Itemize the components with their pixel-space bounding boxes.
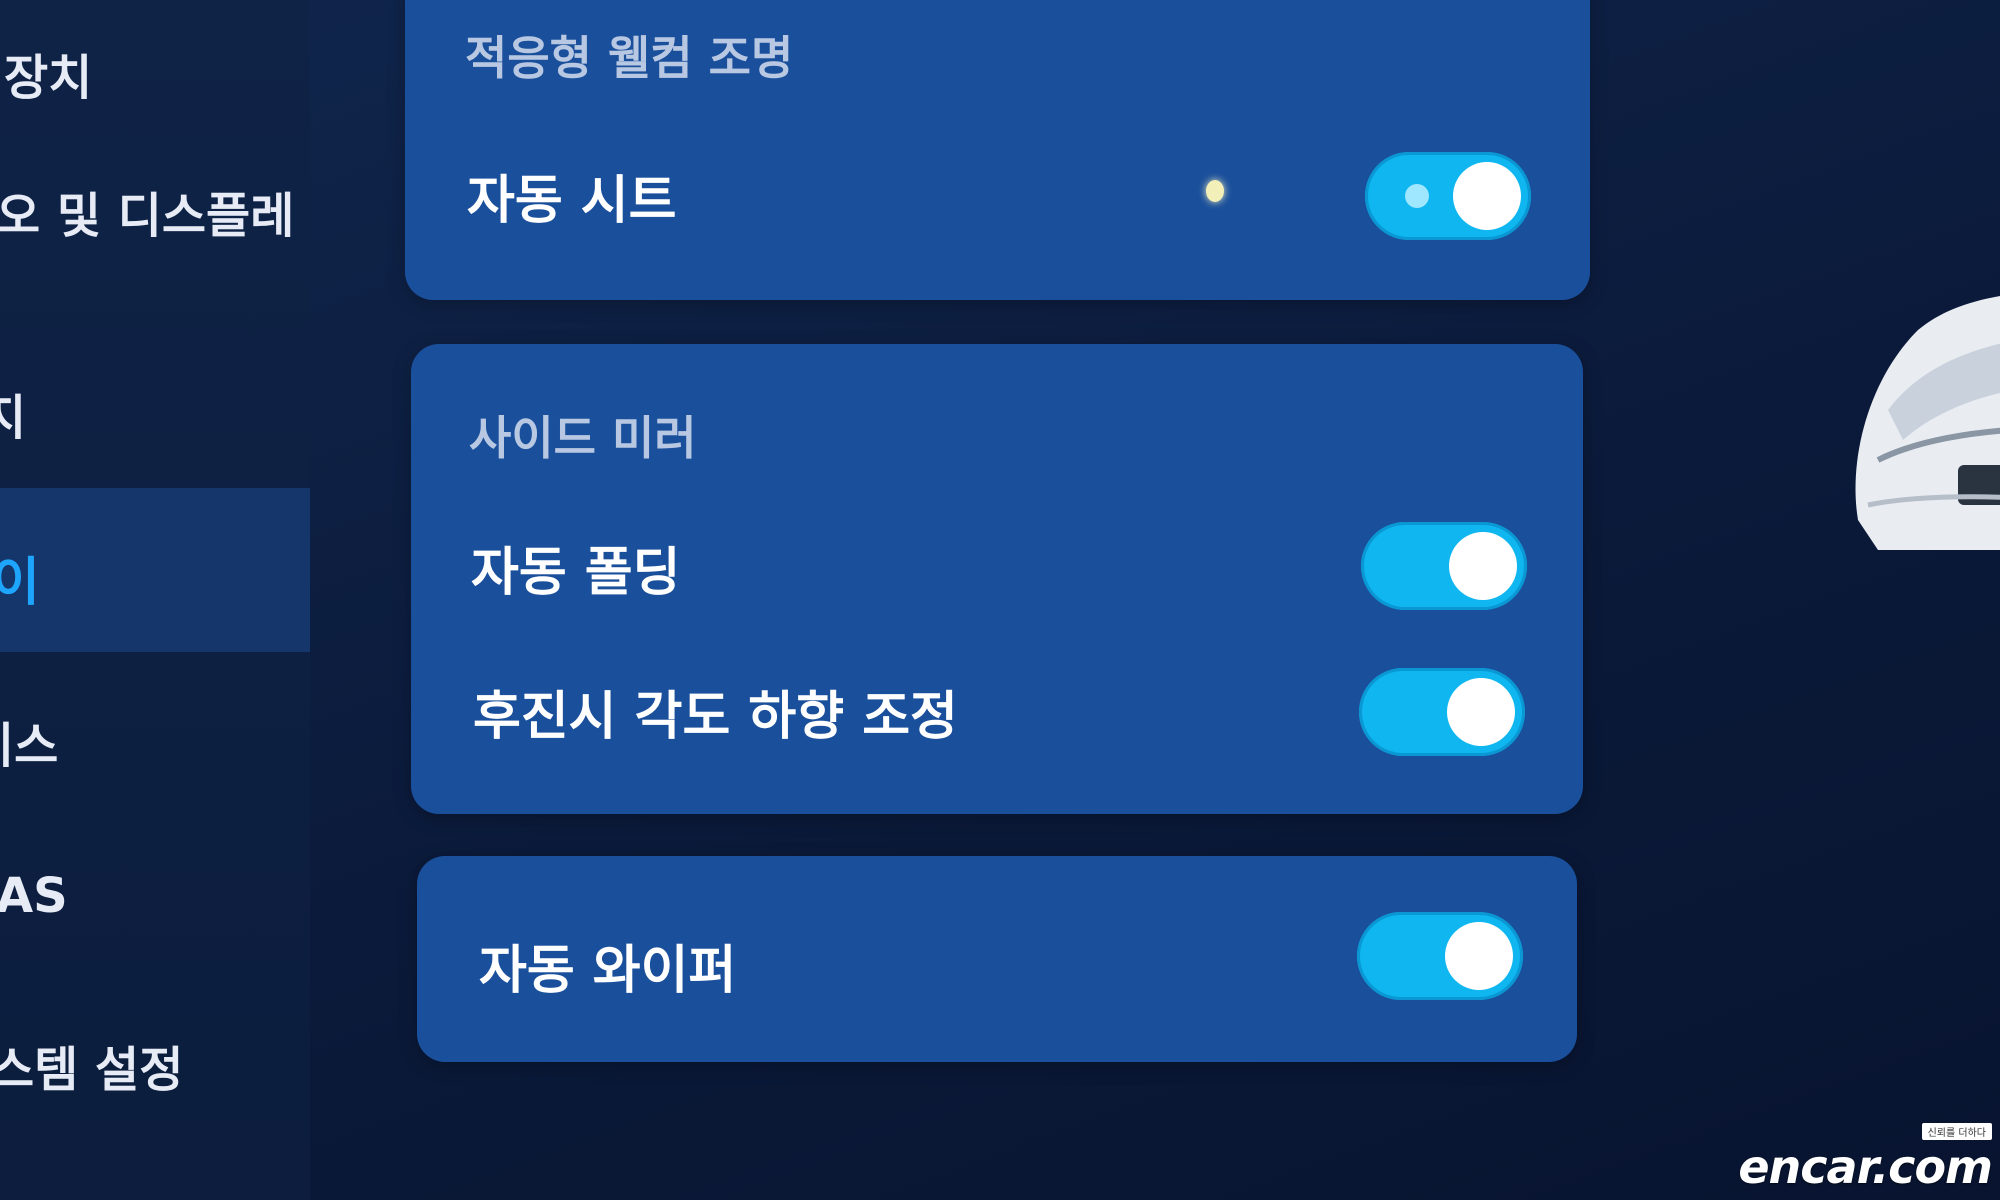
side-mirror-card: 사이드 미러 자동 폴딩 후진시 각도 하향 조정 [411,344,1583,814]
auto-folding-toggle[interactable] [1361,522,1527,610]
sidebar-item-label: 지 [0,390,27,446]
settings-screen: 장치 오 및 디스플레 지 이 비스 AS 스템 설정 적응형 웰컴 조명 자동… [0,0,2000,1200]
reverse-tilt-toggle[interactable] [1359,668,1525,756]
sidebar: 장치 오 및 디스플레 지 이 비스 AS 스템 설정 [0,0,310,1200]
welcome-lighting-card: 적응형 웰컴 조명 자동 시트 [405,0,1590,300]
sidebar-item-audio-display[interactable]: 오 및 디스플레 [0,176,294,246]
settings-panel: 적응형 웰컴 조명 자동 시트 사이드 미러 자동 폴딩 후진시 각도 하향 조… [395,0,1610,1200]
sidebar-item-label: 오 및 디스플레 [0,188,295,244]
section-title-welcome-lighting: 적응형 웰컴 조명 [465,31,794,85]
sidebar-item-devices[interactable]: 장치 [4,38,92,108]
sidebar-item-label: AS [0,868,68,924]
auto-seat-label: 자동 시트 [467,171,677,231]
watermark-brand: encar.com [1738,1140,1993,1194]
section-title-side-mirror: 사이드 미러 [469,411,697,465]
sidebar-item-label: 장치 [4,50,93,106]
toggle-knob [1449,532,1517,600]
sidebar-item-label: 스템 설정 [0,1042,184,1098]
toggle-knob [1445,922,1513,990]
sidebar-item-system-settings[interactable]: 스템 설정 [0,1030,183,1100]
sidebar-item-label: 비스 [0,718,59,774]
auto-folding-label: 자동 폴딩 [471,543,681,603]
car-illustration [1855,296,2000,550]
auto-wiper-card: 자동 와이퍼 [417,856,1577,1062]
reverse-tilt-label: 후진시 각도 하향 조정 [473,687,958,747]
auto-wiper-toggle[interactable] [1357,912,1523,1000]
sidebar-item-adas[interactable]: AS [0,868,68,924]
auto-wiper-label: 자동 와이퍼 [479,941,737,1001]
toggle-knob [1447,678,1515,746]
sidebar-item-service[interactable]: 비스 [0,706,58,776]
encar-watermark: 신뢰를 더하다 encar.com [1738,1121,1993,1194]
sidebar-item-label: 이 [0,553,40,613]
sidebar-item-vehicle-active[interactable]: 이 [0,488,310,652]
toggle-indicator-dot [1405,184,1429,208]
toggle-knob [1453,162,1521,230]
auto-seat-toggle[interactable] [1365,152,1531,240]
screen-glare-reflection [1206,180,1224,202]
watermark-tagline: 신뢰를 더하다 [1921,1123,1992,1140]
sidebar-item-charging[interactable]: 지 [0,378,26,448]
